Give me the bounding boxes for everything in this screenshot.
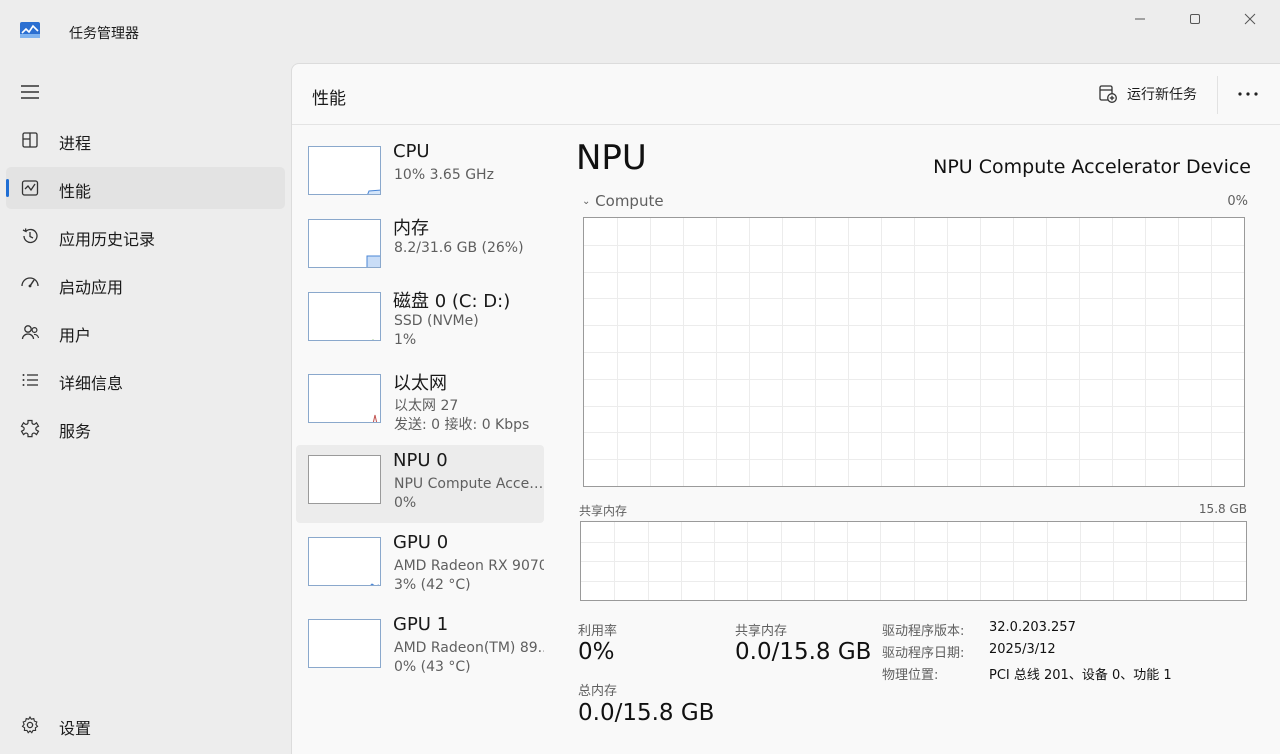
device-gpu-1[interactable]: GPU 1 AMD Radeon(TM) 89... 0% (43 °C) [296, 609, 544, 687]
processes-icon [20, 130, 40, 150]
title-bar: 任务管理器 [0, 0, 1280, 62]
chevron-down-icon: ⌄ [582, 196, 591, 207]
compute-max-label: 0% [1227, 194, 1248, 209]
settings-gear-icon [20, 715, 40, 735]
nav-item-settings[interactable]: 设置 [6, 704, 285, 746]
nav-label: 应用历史记录 [59, 230, 156, 249]
device-detail: SSD (NVMe) [394, 313, 479, 329]
device-gpu-0[interactable]: GPU 0 AMD Radeon RX 9070 3% (42 °C) [296, 527, 544, 605]
page-header: 性能 运行新任务 [292, 64, 1280, 125]
details-icon [20, 370, 40, 390]
npu-thumbnail-graph [308, 455, 381, 504]
nav-label: 用户 [59, 326, 92, 345]
device-name: 内存 [393, 218, 429, 239]
services-icon [20, 418, 40, 438]
device-ethernet[interactable]: 以太网 以太网 27 发送: 0 接收: 0 Kbps [296, 364, 544, 442]
device-npu-0[interactable]: NPU 0 NPU Compute Accelerator Device 0% [296, 445, 544, 523]
device-detail: AMD Radeon(TM) 89... [394, 640, 544, 656]
gpu1-thumbnail-graph [308, 619, 381, 668]
device-usage: 0% (43 °C) [394, 659, 471, 675]
device-name: GPU 0 [393, 532, 449, 553]
page-title: 性能 [312, 89, 346, 109]
compute-label: Compute [595, 192, 664, 210]
device-name: CPU [393, 141, 430, 162]
shared-memory-value: 0.0/15.8 GB [735, 639, 872, 665]
device-name: NPU 0 [393, 450, 448, 471]
total-memory-label: 总内存 [578, 684, 618, 699]
device-cpu[interactable]: CPU 10% 3.65 GHz [296, 136, 544, 214]
driver-version-label: 驱动程序版本: [882, 624, 965, 639]
utilization-label: 利用率 [578, 624, 618, 639]
device-detail: 10% 3.65 GHz [394, 167, 494, 183]
compute-dropdown[interactable]: ⌄ Compute [582, 192, 664, 210]
device-title: NPU [576, 138, 647, 178]
history-icon [20, 226, 40, 246]
minimize-button[interactable] [1117, 6, 1163, 32]
device-name: 以太网 [393, 373, 447, 394]
nav-item-startup[interactable]: 启动应用 [6, 263, 285, 305]
run-task-icon [1098, 84, 1118, 104]
nav-item-users[interactable]: 用户 [6, 311, 285, 353]
device-detail: 以太网 27 [394, 398, 459, 414]
hamburger-menu-icon[interactable] [20, 84, 40, 100]
cpu-thumbnail-graph [308, 146, 381, 195]
device-usage: 发送: 0 接收: 0 Kbps [394, 417, 530, 433]
device-usage: 1% [394, 332, 417, 348]
shared-memory-label: 共享内存 [735, 624, 788, 639]
compute-utilization-graph [583, 217, 1245, 487]
device-detail: NPU Compute Accelerator Device [394, 476, 544, 492]
device-detail: 8.2/31.6 GB (26%) [394, 240, 524, 256]
header-separator [1217, 76, 1218, 114]
nav-item-details[interactable]: 详细信息 [6, 359, 285, 401]
memory-thumbnail-graph [308, 219, 381, 268]
driver-date-label: 驱动程序日期: [882, 646, 965, 661]
device-detail: AMD Radeon RX 9070 [394, 558, 544, 574]
nav-label: 性能 [59, 182, 92, 201]
shared-memory-graph [580, 521, 1247, 601]
nav-label: 详细信息 [59, 374, 124, 393]
shared-memory-graph-label: 共享内存 [579, 504, 628, 518]
total-memory-value: 0.0/15.8 GB [578, 700, 715, 726]
device-usage: 0% [394, 495, 417, 511]
users-icon [20, 322, 40, 342]
run-new-task-button[interactable]: 运行新任务 [1098, 82, 1197, 106]
device-name: GPU 1 [393, 614, 449, 635]
nav-label: 设置 [59, 719, 92, 738]
device-full-name: NPU Compute Accelerator Device [933, 156, 1251, 178]
nav-item-processes[interactable]: 进程 [6, 119, 285, 161]
ethernet-thumbnail-graph [308, 374, 381, 423]
device-name: 磁盘 0 (C: D:) [393, 291, 511, 312]
startup-icon [20, 274, 40, 294]
device-memory[interactable]: 内存 8.2/31.6 GB (26%) [296, 209, 544, 287]
physical-location-label: 物理位置: [882, 668, 939, 683]
nav-label: 启动应用 [59, 278, 124, 297]
shared-memory-graph-max: 15.8 GB [1198, 502, 1247, 516]
nav-item-performance[interactable]: 性能 [6, 167, 285, 209]
device-disk-0[interactable]: 磁盘 0 (C: D:) SSD (NVMe) 1% [296, 282, 544, 360]
performance-icon [20, 178, 40, 198]
nav-item-services[interactable]: 服务 [6, 407, 285, 449]
main-panel: 性能 运行新任务 CPU 10% 3.65 GHz 内存 8.2/31.6 GB… [291, 63, 1280, 754]
maximize-button[interactable] [1172, 6, 1218, 32]
run-task-label: 运行新任务 [1127, 87, 1197, 103]
gpu0-thumbnail-graph [308, 537, 381, 586]
close-button[interactable] [1227, 6, 1273, 32]
device-usage: 3% (42 °C) [394, 577, 471, 593]
task-manager-app-icon [20, 22, 40, 38]
driver-date-value: 2025/3/12 [989, 642, 1056, 657]
window-title: 任务管理器 [69, 26, 139, 42]
disk-thumbnail-graph [308, 292, 381, 341]
driver-version-value: 32.0.203.257 [989, 620, 1076, 635]
nav-label: 进程 [59, 134, 92, 153]
physical-location-value: PCI 总线 201、设备 0、功能 1 [989, 668, 1172, 683]
more-options-icon[interactable] [1236, 84, 1260, 104]
nav-label: 服务 [59, 422, 92, 441]
utilization-value: 0% [578, 639, 615, 665]
nav-item-app-history[interactable]: 应用历史记录 [6, 215, 285, 257]
